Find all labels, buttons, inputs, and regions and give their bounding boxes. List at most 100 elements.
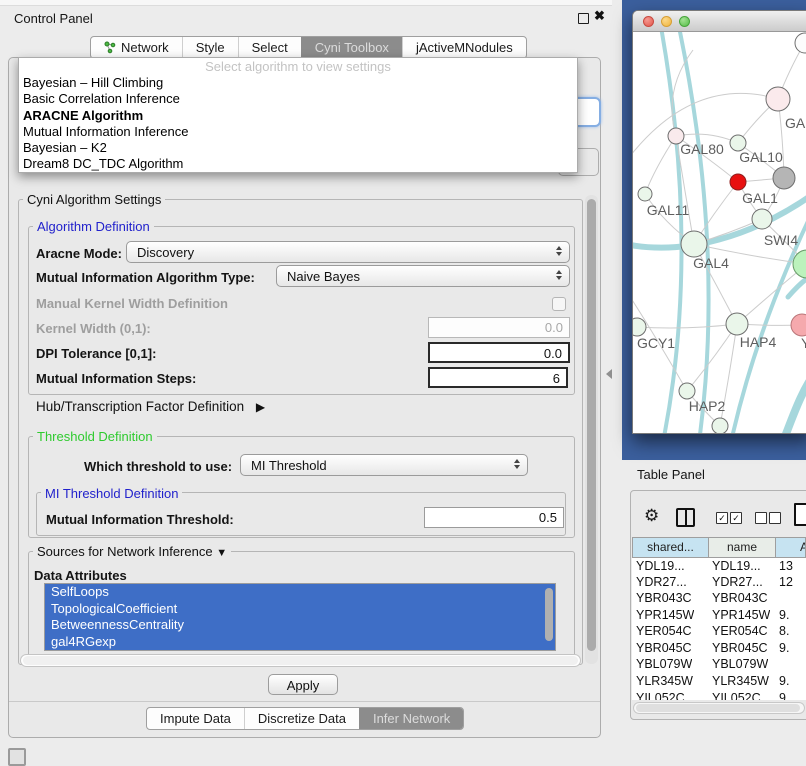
scrollbar-thumb[interactable]	[636, 704, 800, 712]
dropdown-item-selected[interactable]: ARACNE Algorithm	[19, 108, 577, 124]
close-window-icon[interactable]	[643, 16, 654, 27]
node	[795, 33, 806, 53]
table-cell[interactable]: 8.	[779, 624, 789, 638]
aracne-mode-combo[interactable]: Discovery	[126, 241, 570, 263]
table-cell[interactable]: 9.	[779, 674, 789, 688]
table-cell[interactable]: YDR27...	[712, 575, 763, 589]
combo-arrows-icon	[556, 270, 562, 280]
zoom-window-icon[interactable]	[679, 16, 690, 27]
tab-select[interactable]: Select	[238, 37, 301, 58]
column-header-label: shared...	[647, 540, 694, 554]
select-all-columns-icon-2[interactable]: ✓	[730, 512, 742, 524]
table-cell[interactable]: YLR345W	[636, 674, 693, 688]
node-label: GAL4	[693, 255, 729, 271]
close-panel-icon[interactable]: ✖	[594, 8, 605, 24]
table-horizontal-scrollbar[interactable]	[633, 702, 805, 714]
table-cell[interactable]: 12	[779, 575, 793, 589]
dropdown-item[interactable]: Dream8 DC_TDC Algorithm	[19, 156, 577, 172]
unselect-all-columns-icon[interactable]	[755, 512, 767, 524]
table-cell[interactable]: YER054C	[712, 624, 768, 638]
dropdown-item[interactable]: Basic Correlation Inference	[19, 91, 577, 107]
table-cell[interactable]: 9	[779, 691, 786, 700]
table-cell[interactable]: YPR145W	[712, 608, 770, 622]
panel-title: Control Panel	[14, 11, 93, 26]
table-cell[interactable]: YDL19...	[712, 559, 761, 573]
tab-discretize-data-label: Discretize Data	[258, 708, 346, 729]
mi-algorithm-type-combo[interactable]: Naive Bayes	[276, 265, 570, 287]
settings-horizontal-scrollbar[interactable]	[20, 654, 581, 667]
table-cell[interactable]: YIL052C	[712, 691, 761, 700]
hub-section-toggle[interactable]: Hub/Transcription Factor Definition ▶	[36, 399, 265, 414]
table-cell[interactable]: YDR27...	[636, 575, 687, 589]
select-all-columns-icon[interactable]: ✓	[716, 512, 728, 524]
tab-infer-network[interactable]: Infer Network	[359, 708, 463, 729]
new-table-file-icon[interactable]	[794, 503, 806, 526]
table-cell[interactable]: YLR345W	[712, 674, 769, 688]
unselect-all-columns-icon-2[interactable]	[769, 512, 781, 524]
dropdown-item[interactable]: Mutual Information Inference	[19, 124, 577, 140]
table-rows[interactable]: YDL19... YDL19... 13 YDR27... YDR27... 1…	[632, 558, 806, 700]
dock-top-highlight	[0, 0, 612, 6]
network-canvas[interactable]: GAL GAL80 GAL10 GAL11 GAL1 SWI4 GAL4 GCY…	[633, 32, 806, 434]
table-cell[interactable]: 9.	[779, 641, 789, 655]
settings-vertical-scrollbar[interactable]	[585, 195, 598, 664]
table-cell[interactable]: 9.	[779, 608, 789, 622]
which-threshold-combo[interactable]: MI Threshold	[240, 454, 528, 476]
column-header-shared-name[interactable]: shared...	[632, 537, 709, 558]
list-item[interactable]: BetweennessCentrality	[45, 617, 555, 634]
table-cell[interactable]: YBL079W	[712, 657, 768, 671]
tab-network-label: Network	[121, 37, 169, 58]
threshold-definition-title: Threshold Definition	[33, 429, 157, 444]
table-cell[interactable]: YBR043C	[636, 591, 692, 605]
data-attributes-list[interactable]: SelfLoops TopologicalCoefficient Between…	[44, 583, 556, 651]
mi-threshold-input[interactable]: 0.5	[424, 507, 564, 528]
node-gal4	[681, 231, 707, 257]
scrollbar-thumb[interactable]	[587, 199, 596, 651]
table-cell[interactable]: YBR043C	[712, 591, 768, 605]
column-header-name[interactable]: name	[709, 537, 776, 558]
table-cell[interactable]: YBR045C	[636, 641, 692, 655]
sources-group-title[interactable]: Sources for Network Inference ▼	[33, 544, 231, 559]
apply-button[interactable]: Apply	[268, 674, 338, 695]
table-settings-gear-icon[interactable]: ⚙	[644, 506, 659, 526]
table-cell[interactable]: YPR145W	[636, 608, 694, 622]
node-pink	[791, 314, 806, 336]
list-item[interactable]: TopologicalCoefficient	[45, 601, 555, 618]
node-label: GAL80	[680, 141, 724, 157]
minimized-panel-icon[interactable]	[8, 748, 26, 766]
tab-jactivemnodules[interactable]: jActiveMNodules	[402, 37, 526, 58]
manual-kernel-label: Manual Kernel Width Definition	[36, 296, 228, 311]
dropdown-item[interactable]: Bayesian – K2	[19, 140, 577, 156]
list-scrollbar[interactable]	[545, 588, 553, 641]
kernel-width-input[interactable]: 0.0	[428, 317, 570, 338]
column-header-label: A	[800, 540, 806, 554]
table-cell[interactable]: YBL079W	[636, 657, 692, 671]
table-cell[interactable]: YIL052C	[636, 691, 685, 700]
mi-steps-input[interactable]: 6	[428, 367, 568, 388]
list-item[interactable]: SelfLoops	[45, 584, 555, 601]
mi-threshold-definition-title: MI Threshold Definition	[41, 486, 182, 501]
scrollbar-thumb[interactable]	[23, 656, 578, 665]
network-window-titlebar[interactable]	[633, 11, 806, 32]
tab-cyni-toolbox[interactable]: Cyni Toolbox	[301, 37, 402, 58]
show-columns-icon[interactable]	[676, 508, 695, 527]
tab-discretize-data[interactable]: Discretize Data	[244, 708, 359, 729]
float-panel-icon[interactable]	[578, 13, 589, 24]
node-gal1	[752, 209, 772, 229]
table-cell[interactable]: 13	[779, 559, 793, 573]
tab-impute-data[interactable]: Impute Data	[147, 708, 244, 729]
manual-kernel-checkbox[interactable]	[552, 297, 566, 311]
list-item[interactable]: gal4RGexp	[45, 634, 555, 651]
kernel-width-label: Kernel Width (0,1):	[36, 321, 151, 336]
table-cell[interactable]: YER054C	[636, 624, 692, 638]
splitter-collapse-icon[interactable]	[606, 369, 612, 379]
dropdown-item[interactable]: Bayesian – Hill Climbing	[19, 75, 577, 91]
tab-network[interactable]: Network	[91, 37, 182, 58]
column-header-partial[interactable]: A	[776, 537, 806, 558]
tab-style[interactable]: Style	[182, 37, 238, 58]
minimize-window-icon[interactable]	[661, 16, 672, 27]
network-window[interactable]: GAL GAL80 GAL10 GAL11 GAL1 SWI4 GAL4 GCY…	[632, 10, 806, 434]
table-cell[interactable]: YBR045C	[712, 641, 768, 655]
dpi-tolerance-input[interactable]: 0.0	[428, 342, 570, 363]
table-cell[interactable]: YDL19...	[636, 559, 685, 573]
